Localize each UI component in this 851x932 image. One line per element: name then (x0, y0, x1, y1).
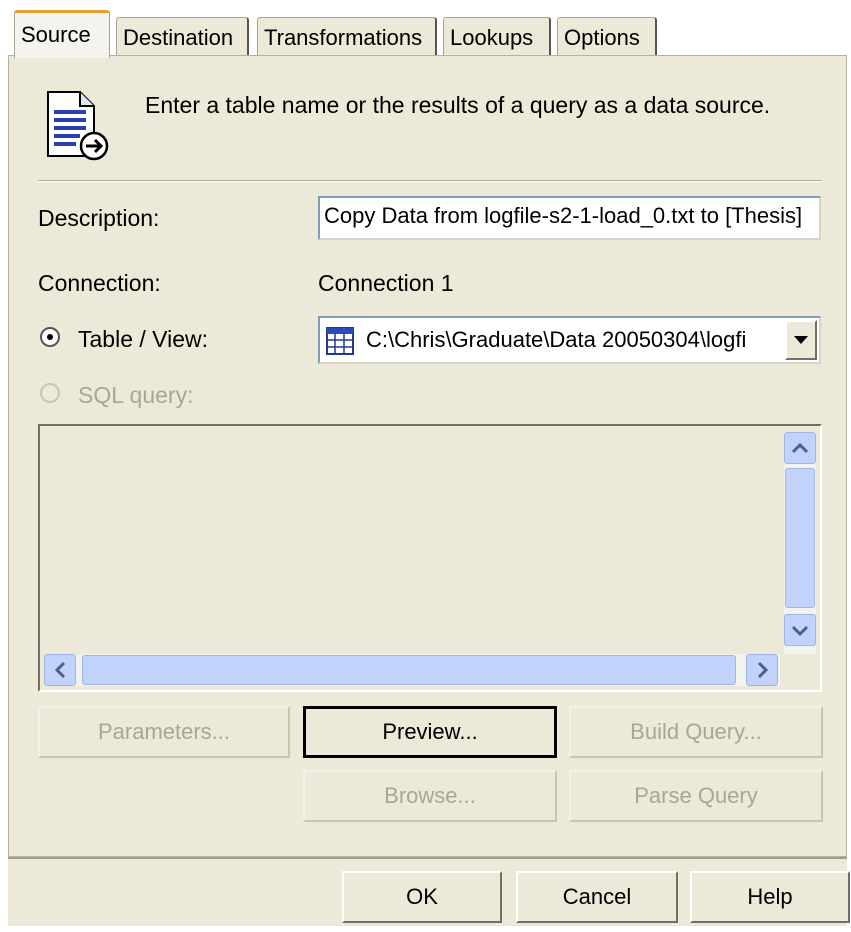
tab-options[interactable]: Options (557, 17, 657, 57)
connection-value: Connection 1 (318, 270, 454, 296)
tab-destination[interactable]: Destination (116, 17, 249, 57)
tab-label: Transformations (264, 25, 423, 50)
sql-query-label: SQL query: (78, 382, 194, 408)
build-query-button[interactable]: Build Query... (569, 706, 823, 758)
horizontal-scroll-thumb[interactable] (82, 655, 736, 685)
tab-lookups[interactable]: Lookups (443, 17, 551, 57)
tab-label: Options (564, 25, 640, 50)
tab-label: Source (21, 22, 91, 47)
radio-dot (47, 334, 53, 340)
table-view-select[interactable]: C:\Chris\Graduate\Data 20050304\logfi (318, 316, 821, 364)
scroll-left-button[interactable] (44, 654, 76, 686)
table-view-label: Table / View: (78, 326, 208, 352)
tab-label: Lookups (450, 25, 534, 50)
ok-button[interactable]: OK (342, 871, 502, 923)
scroll-right-button[interactable] (746, 654, 778, 686)
preview-button[interactable]: Preview... (303, 706, 557, 758)
chevron-right-icon (757, 661, 769, 679)
description-label: Description: (38, 205, 160, 231)
scroll-down-button[interactable] (784, 614, 816, 646)
chevron-up-icon (791, 442, 809, 454)
connection-label: Connection: (38, 270, 161, 296)
vertical-scrollbar[interactable] (784, 432, 816, 654)
parameters-button[interactable]: Parameters... (38, 706, 290, 758)
parse-query-button[interactable]: Parse Query (569, 770, 823, 822)
cancel-button[interactable]: Cancel (516, 871, 678, 923)
chevron-down-icon (791, 625, 809, 637)
tab-source[interactable]: Source (14, 10, 110, 58)
dropdown-arrow-button[interactable] (785, 320, 817, 360)
browse-button[interactable]: Browse... (303, 770, 557, 822)
table-view-value: C:\Chris\Graduate\Data 20050304\logfi (366, 327, 747, 352)
sql-query-radio[interactable] (40, 383, 60, 403)
table-icon (326, 327, 354, 362)
header-divider (38, 180, 821, 182)
description-field[interactable]: Copy Data from logfile-s2-1-load_0.txt t… (318, 196, 821, 240)
tab-label: Destination (123, 25, 234, 50)
chevron-left-icon (54, 661, 66, 679)
sql-query-textarea[interactable] (38, 424, 822, 692)
chevron-down-icon (794, 336, 808, 344)
scroll-up-button[interactable] (784, 432, 816, 464)
table-view-radio[interactable] (40, 327, 60, 347)
horizontal-scrollbar[interactable] (44, 654, 780, 686)
vertical-scroll-thumb[interactable] (785, 468, 815, 608)
document-arrow-icon (44, 90, 112, 162)
help-button[interactable]: Help (690, 871, 850, 923)
tab-transformations[interactable]: Transformations (257, 17, 437, 57)
header-instruction: Enter a table name or the results of a q… (145, 92, 771, 118)
